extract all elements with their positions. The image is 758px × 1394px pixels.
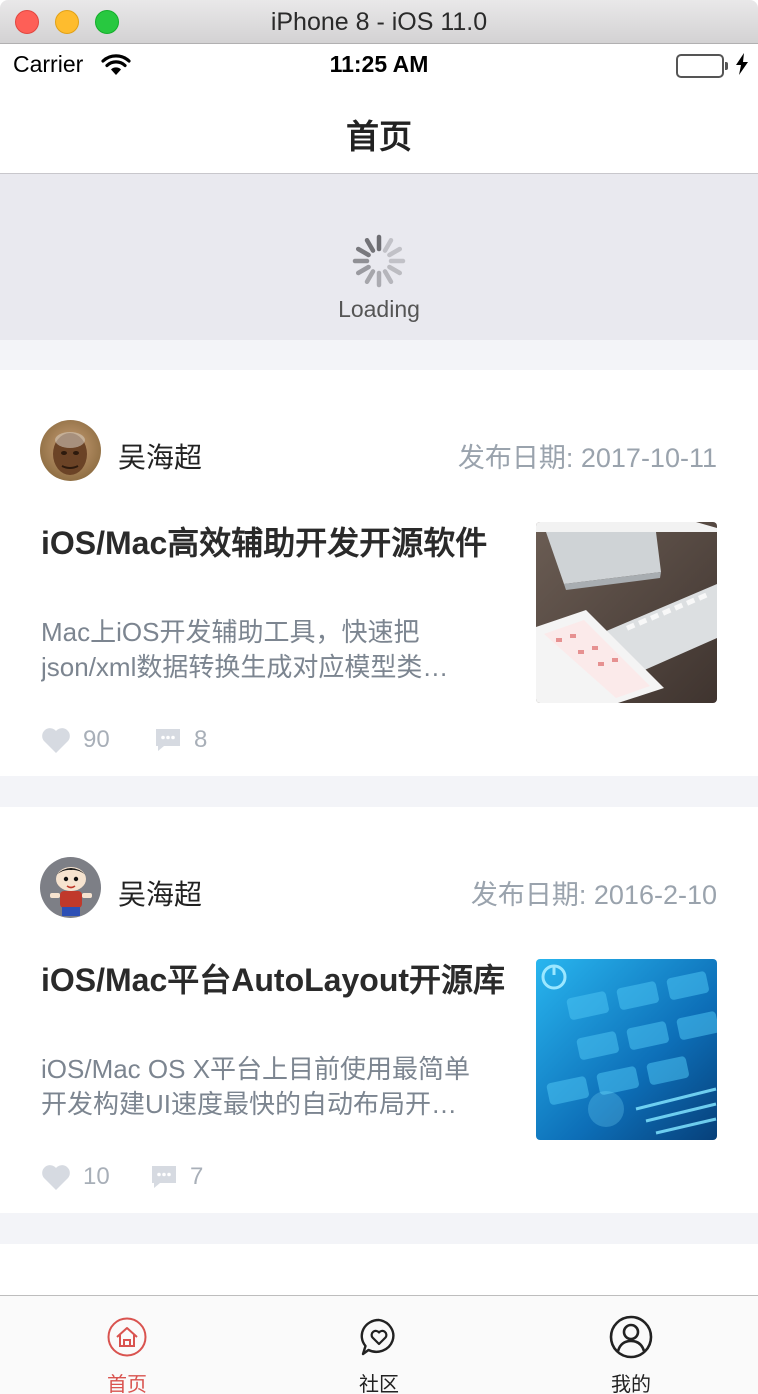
profile-icon (609, 1315, 653, 1359)
like-count[interactable]: 10 (41, 1163, 110, 1191)
post-thumbnail[interactable] (536, 522, 717, 703)
community-icon (359, 1317, 399, 1357)
post-thumbnail[interactable] (536, 959, 717, 1140)
publish-date: 发布日期: 2016-2-10 (470, 880, 717, 910)
tab-home-label: 首页 (107, 1374, 147, 1394)
comment-count-value: 8 (194, 726, 208, 753)
comment-count[interactable]: 7 (150, 1163, 203, 1191)
home-icon (107, 1317, 147, 1357)
tab-mine-label: 我的 (611, 1374, 651, 1394)
summary-line: Mac上iOS开发辅助工具，快速把 (41, 617, 420, 647)
page-title: 首页 (346, 118, 412, 155)
tab-mine[interactable]: 我的 (561, 1296, 701, 1394)
post-title[interactable]: iOS/Mac高效辅助开发开源软件 (41, 524, 511, 562)
author-avatar[interactable] (40, 420, 101, 481)
comment-count[interactable]: 8 (154, 726, 207, 754)
post-card[interactable] (0, 1244, 758, 1295)
comment-icon (150, 1164, 178, 1190)
summary-line: json/xml数据转换生成对应模型类… (41, 652, 449, 682)
post-title[interactable]: iOS/Mac平台AutoLayout开源库 (41, 961, 511, 999)
simulator-title-bar: iPhone 8 - iOS 11.0 (0, 0, 758, 44)
comment-count-value: 7 (190, 1163, 204, 1190)
heart-icon (41, 1164, 71, 1191)
publish-date: 发布日期: 2017-10-11 (457, 443, 717, 473)
summary-line: iOS/Mac OS X平台上目前使用最简单 (41, 1054, 471, 1084)
like-count-value: 90 (83, 726, 110, 753)
comment-icon (154, 727, 182, 753)
status-bar: Carrier 11:25 AM (0, 44, 758, 84)
post-card[interactable]: 吴海超 发布日期: 2016-2-10 iOS/Mac平台AutoLayout开… (0, 807, 758, 1213)
post-card[interactable]: 吴海超 发布日期: 2017-10-11 iOS/Mac高效辅助开发开源软件 M… (0, 370, 758, 776)
author-name[interactable]: 吴海超 (118, 873, 202, 913)
loading-label: Loading (338, 296, 420, 322)
author-name[interactable]: 吴海超 (118, 436, 202, 476)
post-summary: Mac上iOS开发辅助工具，快速把 json/xml数据转换生成对应模型类… (41, 615, 511, 685)
like-count[interactable]: 90 (41, 726, 110, 754)
like-count-value: 10 (83, 1163, 110, 1190)
battery-icon (676, 54, 728, 78)
heart-icon (41, 727, 71, 754)
charging-bolt-icon (736, 53, 748, 80)
tab-bar: 首页 社区 我的 (0, 1295, 758, 1394)
window-title: iPhone 8 - iOS 11.0 (270, 8, 488, 36)
author-avatar[interactable] (40, 857, 101, 918)
loading-spinner-icon (350, 232, 408, 295)
tab-home[interactable]: 首页 (57, 1296, 197, 1394)
tab-community[interactable]: 社区 (309, 1296, 449, 1394)
post-summary: iOS/Mac OS X平台上目前使用最简单 开发构建UI速度最快的自动布局开… (41, 1052, 511, 1122)
tab-community-label: 社区 (359, 1374, 399, 1394)
navigation-bar: 首页 (0, 84, 758, 174)
status-time: 11:25 AM (329, 51, 429, 77)
summary-line: 开发构建UI速度最快的自动布局开… (41, 1089, 458, 1119)
